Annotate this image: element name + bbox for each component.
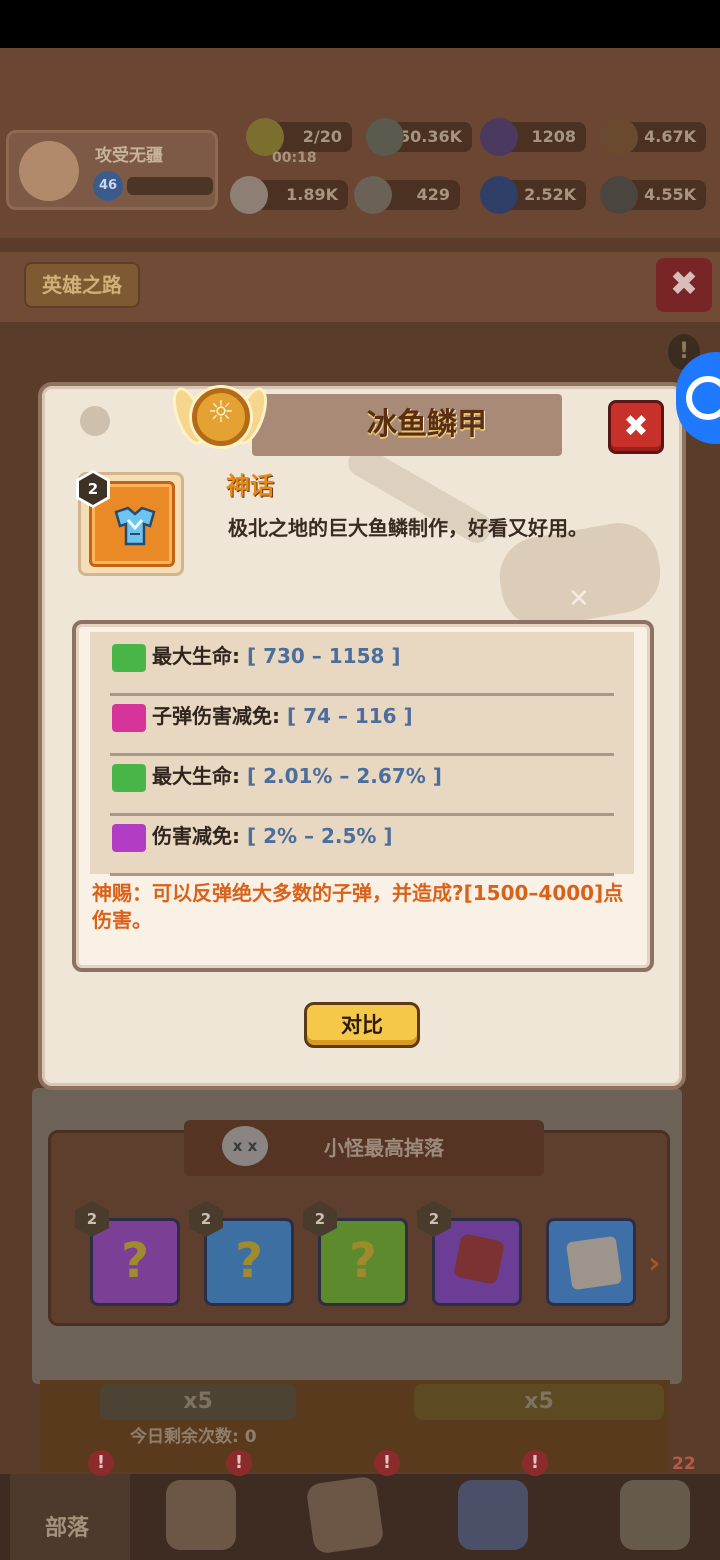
rarity-label: 神话 — [226, 472, 274, 500]
compare-button[interactable]: 对比 — [304, 1002, 420, 1048]
close-icon: ✖ — [623, 409, 649, 444]
nav-pet-icon[interactable] — [458, 1480, 528, 1550]
resource-stone[interactable]: 429 — [354, 176, 460, 214]
resource-bone[interactable]: 1.89K — [230, 176, 348, 214]
decor-x-icon: ✕ — [568, 584, 590, 614]
unknown-item-icon: ? — [235, 1233, 263, 1289]
stat-label: 伤害减免: — [152, 824, 240, 848]
nav-hero-icon[interactable] — [166, 1480, 236, 1550]
drop-item[interactable]: 2 — [417, 1201, 522, 1306]
player-avatar[interactable] — [19, 141, 79, 201]
drop-item[interactable] — [546, 1218, 636, 1306]
skull-icon: x x — [222, 1126, 268, 1166]
nav-shop-badge: 22 — [672, 1454, 696, 1474]
heart-icon — [112, 644, 146, 672]
drop-item[interactable]: 2 ? — [303, 1201, 408, 1306]
resource-purple-gem-value: 1208 — [531, 127, 576, 146]
stat-value: [ 730 – 1158 ] — [246, 644, 401, 668]
resource-crystal[interactable]: 2.52K — [480, 176, 586, 214]
right-action-button[interactable]: x5 — [414, 1384, 664, 1420]
status-bar — [0, 0, 720, 48]
nav-tribe-label: 部落 — [45, 1516, 90, 1541]
fish-scale-armor-icon — [114, 506, 156, 546]
item-title: 冰鱼鳞甲 — [367, 407, 487, 442]
stat-row: 伤害减免: [ 2% – 2.5% ] — [110, 816, 614, 876]
food-timer: 00:18 — [272, 150, 317, 166]
stat-label: 子弹伤害减免: — [152, 704, 280, 728]
purple-gem-icon — [480, 118, 518, 156]
page-tag: 英雄之路 — [24, 262, 140, 308]
resource-green-gem[interactable]: 150.36K — [366, 118, 472, 156]
stat-text: 伤害减免: [ 2% – 2.5% ] — [152, 820, 393, 849]
green-gem-icon — [366, 118, 404, 156]
remaining-count: 今日剩余次数: 0 — [130, 1427, 257, 1447]
nav-alert-icon: ! — [226, 1450, 252, 1476]
next-arrow-icon[interactable]: › — [648, 1246, 660, 1281]
stat-text: 子弹伤害减免: [ 74 – 116 ] — [152, 700, 413, 729]
divine-effect-text: 神赐：可以反弹绝大多数的子弹，并造成?[1500–4000]点伤害。 — [92, 881, 624, 932]
player-exp-bar — [127, 177, 213, 195]
bone-icon — [230, 176, 268, 214]
scroll-icon — [565, 1235, 623, 1291]
nav-alert-icon: ! — [374, 1450, 400, 1476]
resource-food-value: 2/20 — [302, 127, 342, 146]
decor-spot — [80, 406, 110, 436]
stat-text: 最大生命: [ 730 – 1158 ] — [152, 640, 401, 669]
resource-stone-value: 429 — [416, 185, 450, 204]
shield-icon — [112, 824, 146, 852]
nav-map-icon[interactable] — [305, 1475, 385, 1555]
item-description: 极北之地的巨大鱼鳞制作，好看又好用。 — [228, 516, 588, 540]
stat-row: 最大生命: [ 2.01% – 2.67% ] — [110, 756, 614, 816]
stat-text: 最大生命: [ 2.01% – 2.67% ] — [152, 760, 442, 789]
resource-ore[interactable]: 4.55K — [600, 176, 706, 214]
nav-alert-icon: ! — [88, 1450, 114, 1476]
resource-crystal-value: 2.52K — [524, 185, 576, 204]
drop-item[interactable]: 2 ? — [75, 1201, 180, 1306]
drop-item[interactable]: 2 ? — [189, 1201, 294, 1306]
stat-row: 子弹伤害减免: [ 74 – 116 ] — [110, 696, 614, 756]
resource-food[interactable]: 2/20 — [246, 118, 352, 156]
crystal-icon — [480, 176, 518, 214]
nav-shop-icon[interactable] — [620, 1480, 690, 1550]
gem-cluster-icon — [452, 1232, 506, 1286]
resource-purple-gem[interactable]: 1208 — [480, 118, 586, 156]
modal-close-button[interactable]: ✖ — [608, 400, 664, 454]
player-name: 攻受无疆 — [95, 146, 163, 166]
gamepad-icon — [686, 376, 720, 420]
unknown-item-icon: ? — [121, 1233, 149, 1289]
ore-icon — [600, 176, 638, 214]
stat-value: [ 2.01% – 2.67% ] — [246, 764, 442, 788]
heart-icon — [112, 764, 146, 792]
stat-value: [ 74 – 116 ] — [286, 704, 413, 728]
unknown-item-icon: ? — [349, 1233, 377, 1289]
stat-value: [ 2% – 2.5% ] — [246, 824, 393, 848]
resource-wood-value: 4.67K — [644, 127, 696, 146]
stone-icon — [354, 176, 392, 214]
background-close-button[interactable]: ✖ — [656, 258, 712, 312]
nav-alert-icon: ! — [522, 1450, 548, 1476]
resource-bone-value: 1.89K — [286, 185, 338, 204]
bullet-shield-icon — [112, 704, 146, 732]
sun-icon: ☼ — [207, 395, 235, 430]
player-profile[interactable]: 攻受无疆 46 — [6, 130, 218, 210]
stat-label: 最大生命: — [152, 764, 240, 788]
resource-wood[interactable]: 4.67K — [600, 118, 706, 156]
stat-row: 最大生命: [ 730 – 1158 ] — [110, 636, 614, 696]
mythic-emblem-icon: ☼ — [166, 380, 274, 460]
item-level-value: 2 — [79, 473, 107, 505]
stat-label: 最大生命: — [152, 644, 240, 668]
left-action-button[interactable]: x5 — [100, 1384, 296, 1420]
wood-icon — [600, 118, 638, 156]
player-level-badge: 46 — [93, 171, 123, 201]
resource-ore-value: 4.55K — [644, 185, 696, 204]
